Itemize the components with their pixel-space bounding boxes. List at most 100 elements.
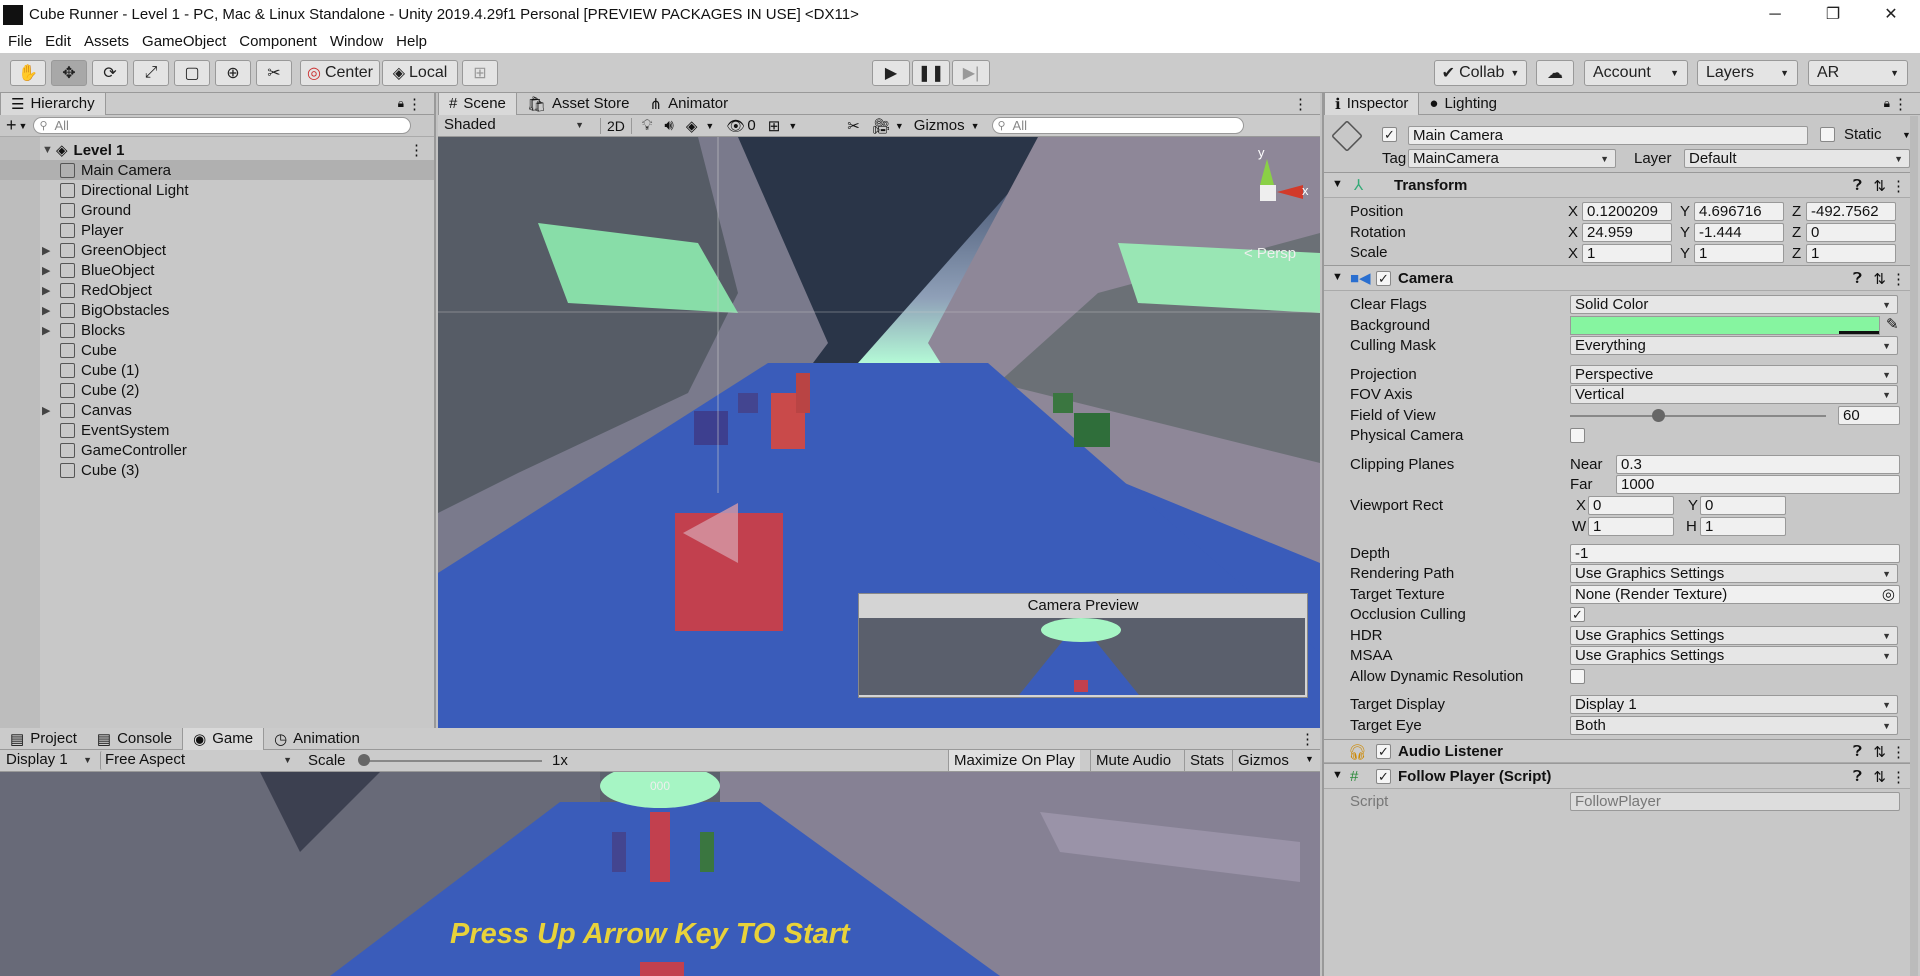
space-local-button[interactable]: ◈ Local — [382, 60, 458, 86]
culling-mask-dropdown[interactable]: Everything — [1570, 336, 1898, 355]
audio-help-icon[interactable]: ❓︎ — [1853, 743, 1862, 760]
lock-icon[interactable]: 🔒︎ — [398, 96, 404, 111]
game-kebab-icon[interactable]: ⋮ — [1300, 730, 1315, 748]
audio-preset-icon[interactable]: ⇅ — [1873, 743, 1886, 761]
hierarchy-search-input[interactable]: ⚲ All — [33, 117, 412, 134]
tab-console[interactable]: ▤ Console — [87, 728, 182, 750]
menu-edit[interactable]: Edit — [45, 33, 71, 50]
collab-button[interactable]: ✔ Collab ▼ — [1434, 60, 1527, 86]
clear-flags-dropdown[interactable]: Solid Color — [1570, 295, 1898, 314]
camera-dropdown-icon[interactable]: ▼ — [895, 121, 904, 131]
eyedropper-icon[interactable]: ✎ — [1886, 315, 1899, 333]
fov-slider-thumb[interactable] — [1652, 409, 1665, 422]
menu-component[interactable]: Component — [239, 33, 317, 50]
follow-preset-icon[interactable]: ⇅ — [1873, 768, 1886, 786]
static-checkbox[interactable] — [1820, 127, 1835, 142]
game-gizmos-toggle[interactable]: Gizmos — [1232, 750, 1294, 771]
audio-listener-header[interactable]: 🎧︎ ✓ Audio Listener ❓︎ ⇅ ⋮ — [1324, 739, 1918, 763]
target-eye-dropdown[interactable]: Both — [1570, 716, 1898, 735]
scene-view[interactable]: # Scene 🛍︎ Asset Store ⋔ Animator ⋮ Shaded … — [438, 93, 1320, 728]
scale-x-field[interactable]: 1 — [1582, 244, 1672, 263]
camera-icon[interactable]: 🎥︎ — [872, 117, 891, 135]
expand-arrow-icon[interactable]: ▶ — [42, 324, 56, 337]
viewport-x-field[interactable]: 0 — [1588, 496, 1674, 515]
hierarchy-item[interactable]: ▶ GreenObject — [0, 240, 434, 260]
hierarchy-item[interactable]: ▶ Canvas — [0, 400, 434, 420]
target-display-dropdown[interactable]: Display 1 — [1570, 695, 1898, 714]
follow-player-checkbox[interactable]: ✓ — [1376, 769, 1391, 784]
menu-gameobject[interactable]: GameObject — [142, 33, 226, 50]
game-gizmos-dropdown-icon[interactable]: ▼ — [1305, 754, 1314, 764]
tab-project[interactable]: ▤ Project — [0, 728, 87, 750]
layer-dropdown[interactable]: Default — [1684, 149, 1910, 168]
move-tool-icon[interactable]: ✥ — [51, 60, 87, 86]
account-dropdown[interactable]: Account ▼ — [1584, 60, 1688, 86]
display-dropdown[interactable]: Display 1 — [2, 751, 98, 770]
center-cube-icon[interactable] — [1260, 185, 1276, 201]
layout-dropdown[interactable]: AR ▼ — [1808, 60, 1908, 86]
orientation-gizmo[interactable]: y x < Persp — [1230, 145, 1309, 262]
camera-fold-arrow-icon[interactable]: ▼ — [1332, 271, 1343, 283]
tools-icon[interactable]: ✂ — [847, 117, 860, 135]
msaa-dropdown[interactable]: Use Graphics Settings — [1570, 646, 1898, 665]
object-name-field[interactable]: Main Camera — [1408, 126, 1808, 145]
grid-dropdown-icon[interactable]: ▼ — [788, 121, 797, 131]
hierarchy-item[interactable]: ▶ RedObject — [0, 280, 434, 300]
follow-help-icon[interactable]: ❓︎ — [1853, 768, 1862, 785]
scale-tool-icon[interactable]: ⤢ — [133, 60, 169, 86]
object-picker-icon[interactable]: ◎ — [1882, 586, 1895, 603]
persp-label[interactable]: < Persp — [1244, 245, 1296, 262]
gizmos-button[interactable]: Gizmos — [914, 117, 965, 134]
rotation-y-field[interactable]: -1.444 — [1694, 223, 1784, 242]
effects-icon[interactable]: ◈ — [686, 117, 698, 135]
gizmos-dropdown-icon[interactable]: ▼ — [971, 121, 980, 131]
hierarchy-item[interactable]: ▶ Blocks — [0, 320, 434, 340]
x-axis-cone-icon[interactable] — [1277, 185, 1303, 199]
fov-slider[interactable] — [1570, 415, 1826, 417]
viewport-h-field[interactable]: 1 — [1700, 517, 1786, 536]
tab-inspector[interactable]: ℹ Inspector — [1324, 92, 1420, 115]
preset-icon[interactable]: ⇅ — [1873, 177, 1886, 195]
y-axis-cone-icon[interactable] — [1260, 159, 1274, 185]
audio-menu-icon[interactable]: ⋮ — [1891, 743, 1906, 761]
physical-camera-checkbox[interactable] — [1570, 428, 1585, 443]
hidden-objects-icon[interactable]: 👁︎ — [726, 117, 745, 135]
hierarchy-item[interactable]: Cube — [0, 340, 434, 360]
maximize-on-play-toggle[interactable]: Maximize On Play — [948, 750, 1080, 771]
rotation-z-field[interactable]: 0 — [1806, 223, 1896, 242]
hierarchy-item[interactable]: Directional Light — [0, 180, 434, 200]
expand-arrow-icon[interactable]: ▶ — [42, 244, 56, 257]
scale-z-field[interactable]: 1 — [1806, 244, 1896, 263]
mute-audio-toggle[interactable]: Mute Audio — [1090, 750, 1176, 771]
depth-field[interactable]: -1 — [1570, 544, 1900, 563]
play-button[interactable]: ▶ — [872, 60, 910, 86]
close-button[interactable]: ✕ — [1862, 0, 1920, 29]
camera-preset-icon[interactable]: ⇅ — [1873, 270, 1886, 288]
cloud-icon[interactable]: ☁ — [1536, 60, 1574, 86]
effects-dropdown-icon[interactable]: ▼ — [705, 121, 714, 131]
background-color-swatch[interactable] — [1570, 316, 1880, 335]
rotation-x-field[interactable]: 24.959 — [1582, 223, 1672, 242]
audio-listener-checkbox[interactable]: ✓ — [1376, 744, 1391, 759]
audio-icon[interactable]: 🔊︎ — [664, 117, 673, 134]
menu-help[interactable]: Help — [396, 33, 427, 50]
fov-axis-dropdown[interactable]: Vertical — [1570, 385, 1898, 404]
hierarchy-item[interactable]: EventSystem — [0, 420, 434, 440]
rendering-path-dropdown[interactable]: Use Graphics Settings — [1570, 564, 1898, 583]
component-menu-icon[interactable]: ⋮ — [1891, 177, 1906, 195]
rotate-tool-icon[interactable]: ⟳ — [92, 60, 128, 86]
camera-help-icon[interactable]: ❓︎ — [1853, 270, 1862, 287]
tab-game[interactable]: ◉ Game — [182, 728, 265, 750]
transform-tool-icon[interactable]: ⊕ — [215, 60, 251, 86]
expand-arrow-icon[interactable]: ▶ — [42, 284, 56, 297]
scale-y-field[interactable]: 1 — [1694, 244, 1784, 263]
hierarchy-item[interactable]: Cube (1) — [0, 360, 434, 380]
grid-toggle-icon[interactable]: ⊞ — [768, 117, 781, 135]
follow-player-header[interactable]: ▼ # ✓ Follow Player (Script) ❓︎ ⇅ ⋮ — [1324, 763, 1918, 789]
scale-slider-thumb[interactable] — [358, 754, 370, 766]
viewport-y-field[interactable]: 0 — [1700, 496, 1786, 515]
minimize-button[interactable]: ─ — [1746, 0, 1804, 29]
help-icon[interactable]: ❓︎ — [1853, 177, 1862, 194]
position-x-field[interactable]: 0.1200209 — [1582, 202, 1672, 221]
2d-toggle[interactable]: 2D — [600, 117, 632, 134]
